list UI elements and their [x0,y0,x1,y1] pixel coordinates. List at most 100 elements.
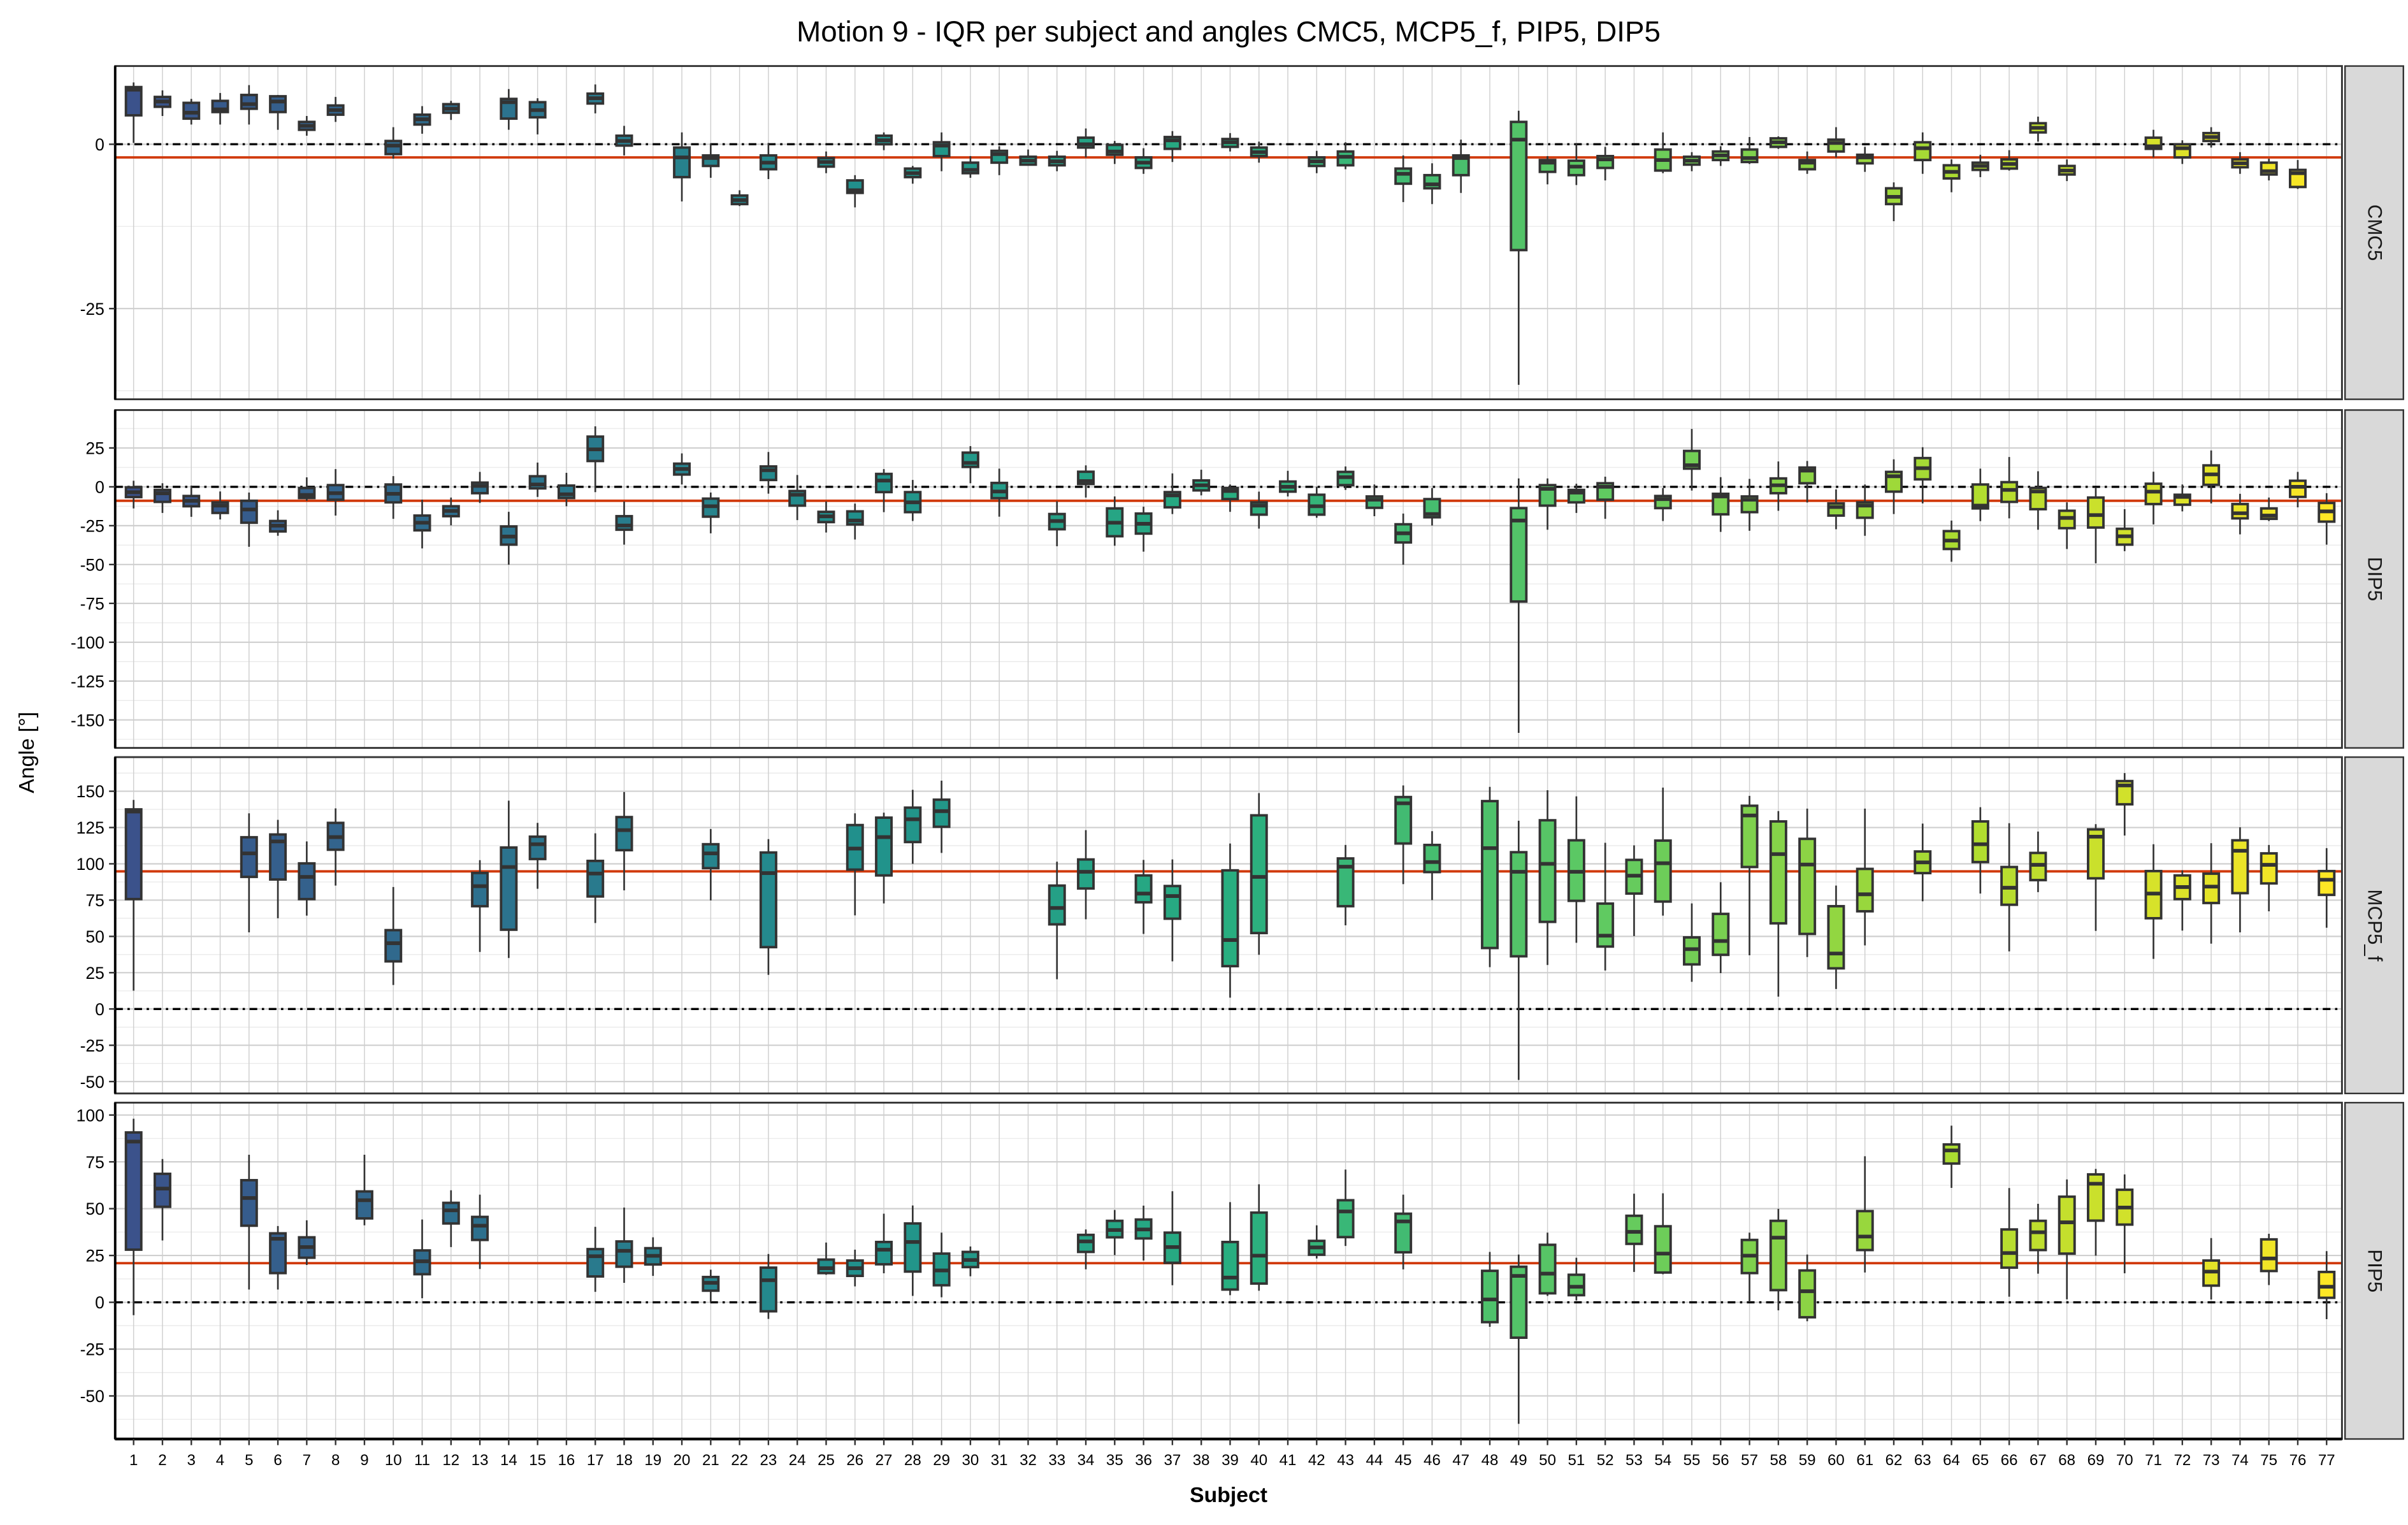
iqr-box [240,835,258,878]
iqr-box [1856,867,1874,913]
iqr-box [2318,1271,2336,1299]
x-tick-label: 73 [2203,1452,2220,1469]
x-tick-label: 6 [273,1452,282,1469]
x-tick-label: 32 [1020,1452,1037,1469]
iqr-box [875,816,893,877]
x-tick-label: 40 [1250,1452,1267,1469]
iqr-box [1538,819,1557,923]
iqr-box [1769,820,1787,925]
iqr-box [528,835,547,860]
iqr-box [1077,1233,1095,1254]
x-tick-label: 24 [789,1452,806,1469]
iqr-box [1625,1214,1643,1245]
iqr-box [182,101,201,120]
x-tick-label: 8 [331,1452,340,1469]
x-tick-label: 51 [1568,1452,1585,1469]
iqr-box [1827,905,1845,970]
y-tick-label: 25 [85,964,104,983]
x-tick-label: 9 [360,1452,368,1469]
y-tick-label: 0 [95,1293,105,1312]
x-tick-label: 4 [216,1452,224,1469]
x-tick-label: 60 [1828,1452,1845,1469]
iqr-box [355,1190,373,1220]
iqr-box [1971,820,1989,864]
iqr-box [2260,1238,2278,1273]
x-tick-label: 44 [1366,1452,1383,1469]
iqr-box [1538,1243,1557,1295]
x-tick-label: 1 [129,1452,138,1469]
y-tick-label: 25 [85,1247,104,1266]
x-tick-label: 45 [1395,1452,1412,1469]
iqr-box [1942,1143,1961,1165]
iqr-box [2260,852,2278,885]
x-tick-label: 16 [558,1452,575,1469]
y-tick-label: 50 [85,1199,104,1218]
facet-strip-label: CMC5 [2363,205,2386,261]
y-tick-label: -25 [80,1340,105,1359]
box-subject-58 [1769,136,1787,149]
iqr-box [1250,814,1268,935]
iqr-box [875,472,893,494]
iqr-box [1856,1210,1874,1252]
x-tick-label: 57 [1741,1452,1758,1469]
iqr-box [124,1131,143,1251]
iqr-box [875,1240,893,1266]
y-tick-label: -25 [80,517,105,536]
iqr-box [269,95,287,113]
y-tick-label: 25 [85,439,104,458]
x-tick-label: 74 [2231,1452,2249,1469]
iqr-box [1394,1212,1413,1254]
x-tick-label: 30 [962,1452,979,1469]
iqr-box [298,862,316,900]
y-tick-label: 125 [76,818,105,837]
x-tick-label: 65 [1972,1452,1989,1469]
x-tick-label: 46 [1424,1452,1441,1469]
x-tick-label: 71 [2145,1452,2162,1469]
iqr-box [817,1258,835,1275]
iqr-box [557,484,575,500]
y-tick-label: -50 [80,1387,105,1406]
x-tick-label: 64 [1943,1452,1960,1469]
iqr-box [2000,1228,2019,1269]
x-tick-label: 56 [1712,1452,1729,1469]
y-tick-label: 50 [85,927,104,946]
x-tick-label: 2 [158,1452,166,1469]
iqr-box [2029,1219,2047,1252]
iqr-box [1250,1211,1268,1285]
y-tick-label: -125 [71,672,105,691]
iqr-box [1221,869,1239,967]
x-tick-label: 7 [303,1452,311,1469]
x-tick-label: 33 [1048,1452,1065,1469]
y-tick-label: -25 [80,300,105,319]
x-tick-label: 77 [2318,1452,2335,1469]
facet-strip-label: MCP5_f [2363,889,2386,961]
y-tick-label: 75 [85,1153,104,1172]
x-tick-label: 38 [1193,1452,1210,1469]
x-tick-label: 62 [1885,1452,1903,1469]
y-tick-label: -100 [71,633,105,652]
iqr-box [2000,481,2019,503]
x-tick-label: 69 [2087,1452,2105,1469]
iqr-box [1596,902,1615,948]
iqr-box [2231,503,2249,520]
iqr-box [673,146,691,178]
iqr-box [1510,851,1528,958]
iqr-box [240,94,258,110]
x-tick-label: 67 [2029,1452,2047,1469]
y-tick-label: 0 [95,135,105,154]
iqr-box [384,929,403,963]
x-tick-label: 3 [187,1452,196,1469]
iqr-box [1394,167,1413,185]
panel-background [115,410,2342,748]
iqr-box [471,871,489,907]
x-tick-label: 27 [876,1452,893,1469]
x-tick-label: 14 [500,1452,517,1469]
iqr-box [1134,874,1153,904]
iqr-box [1740,148,1759,164]
iqr-box [1336,1199,1355,1239]
iqr-box [702,842,720,870]
y-tick-label: 75 [85,891,104,910]
x-tick-label: 70 [2116,1452,2133,1469]
x-tick-label: 43 [1337,1452,1354,1469]
y-axis-title: Angle [°] [15,712,39,793]
